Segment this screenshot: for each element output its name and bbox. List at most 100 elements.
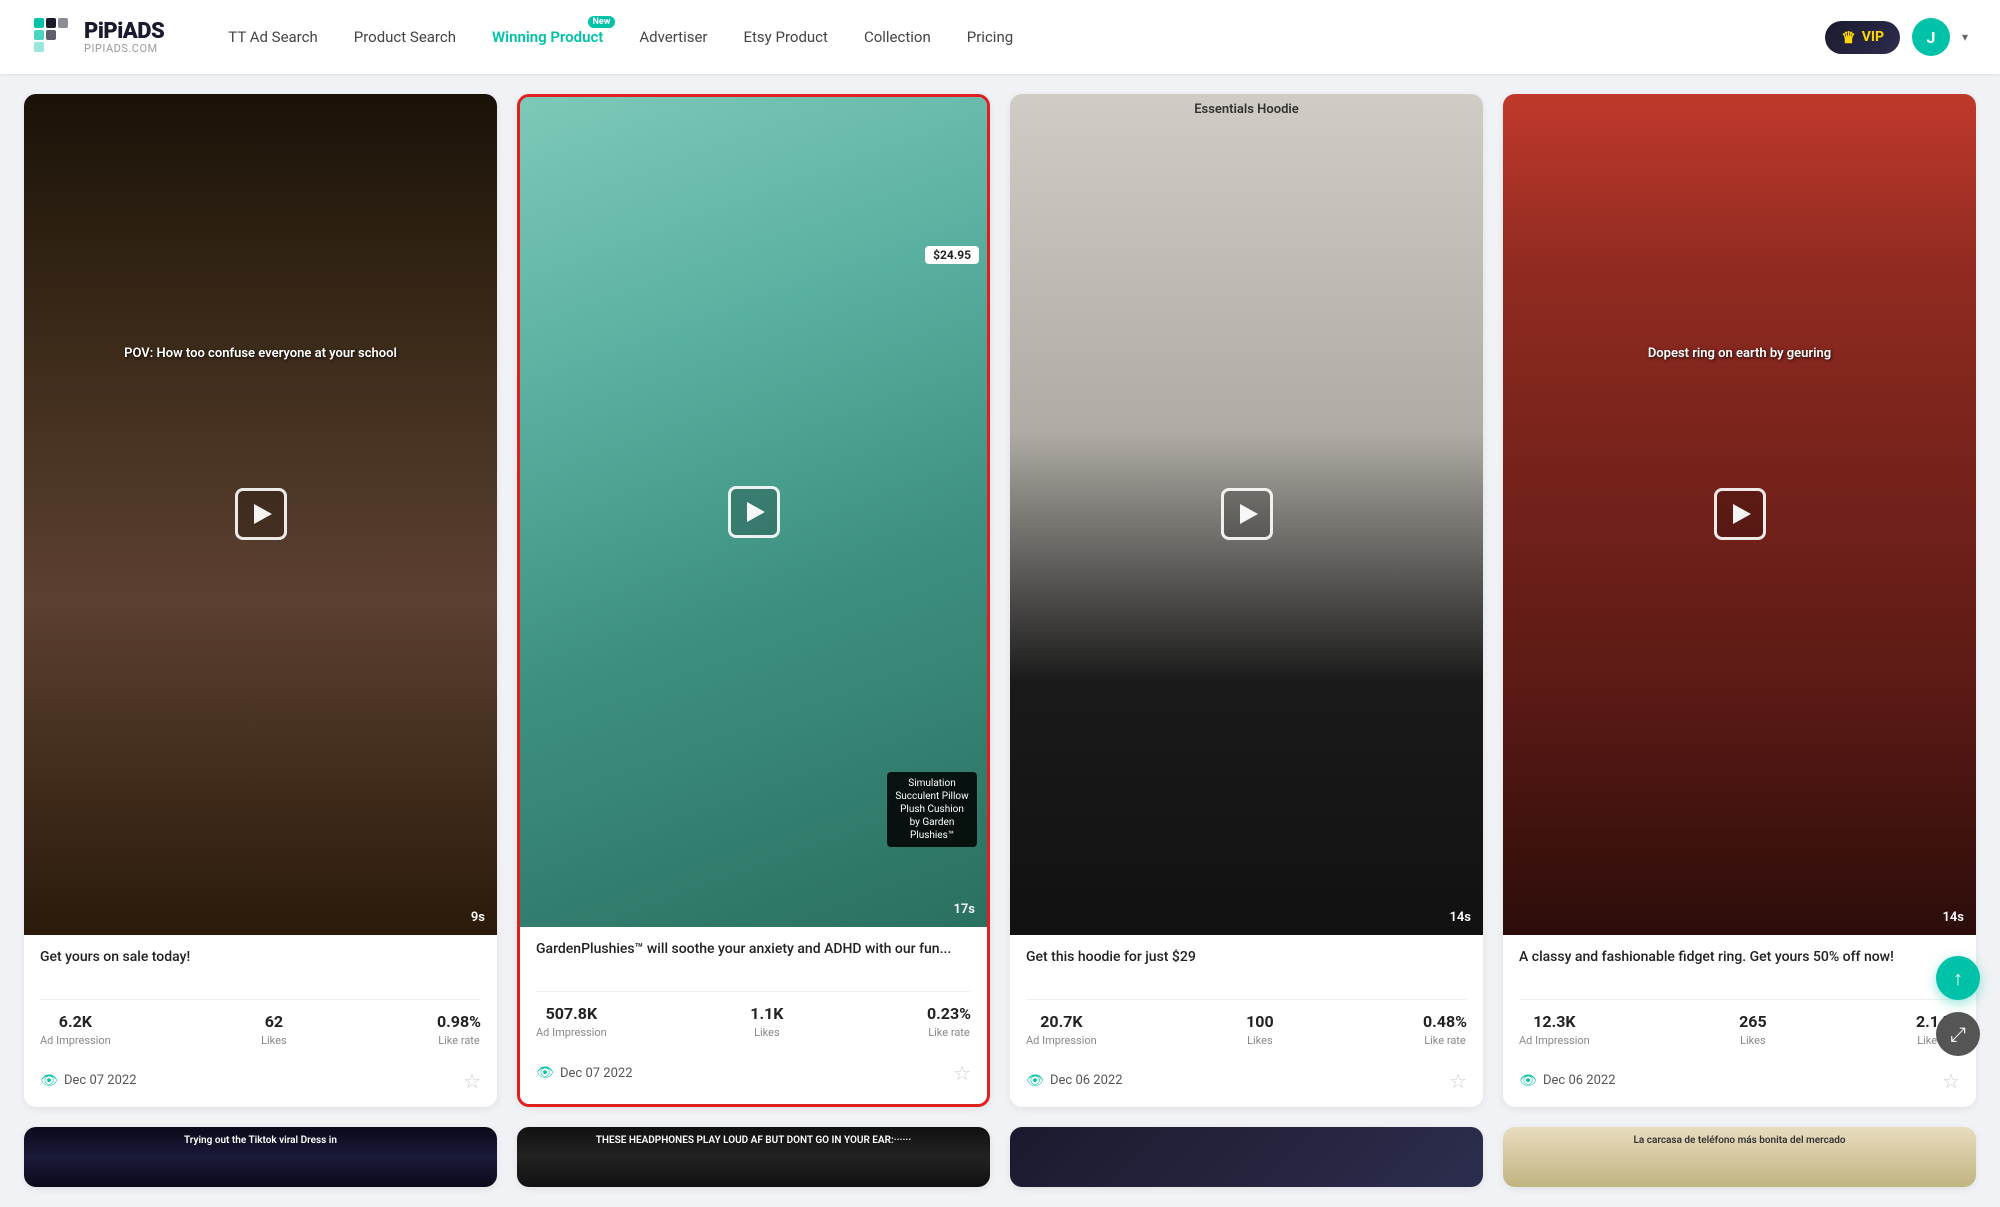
eye-icon-4: 👁 (1519, 1072, 1537, 1090)
cards-grid: POV: How too confuse everyone at your sc… (0, 74, 2000, 1127)
stat-likerate-2: 0.23% Like rate (927, 1004, 971, 1039)
nav-collection[interactable]: Collection (848, 20, 947, 54)
play-button-3[interactable] (1221, 488, 1273, 540)
stat-likerate-label-3: Like rate (1424, 1034, 1466, 1047)
crown-icon: ♛ (1841, 28, 1855, 47)
video-thumbnail-2[interactable]: $24.95 Simulation Succulent Pillow Plush… (520, 97, 987, 927)
logo[interactable]: PiPiADS PIPIADS.COM (32, 16, 164, 58)
play-button-4[interactable] (1714, 488, 1766, 540)
stat-likes-label-4: Likes (1740, 1034, 1766, 1047)
partial-card-2[interactable]: THESE HEADPHONES PLAY LOUD AF BUT DONT G… (517, 1127, 990, 1187)
card-footer-2: 👁 Dec 07 2022 ☆ (536, 1051, 971, 1099)
stat-likes-2: 1.1K Likes (750, 1004, 783, 1039)
stat-likes-label-3: Likes (1247, 1034, 1273, 1047)
card-body-1: Get yours on sale today! 6.2K Ad Impress… (24, 935, 497, 1107)
card-title-1: Get yours on sale today! (40, 949, 481, 987)
star-icon-1[interactable]: ☆ (463, 1069, 481, 1093)
date-wrap-4: 👁 Dec 06 2022 (1519, 1072, 1616, 1090)
stat-impression-label-1: Ad Impression (40, 1034, 111, 1047)
video-thumbnail-3[interactable]: Essentials Hoodie 14s (1010, 94, 1483, 935)
play-button-1[interactable] (235, 488, 287, 540)
nav-tt-ad-search[interactable]: TT Ad Search (212, 20, 334, 54)
stat-likerate-1: 0.98% Like rate (437, 1012, 481, 1047)
nav-links: TT Ad Search Product Search Winning Prod… (212, 20, 1825, 54)
date-wrap-3: 👁 Dec 06 2022 (1026, 1072, 1123, 1090)
nav-etsy-product[interactable]: Etsy Product (728, 20, 844, 54)
nav-product-search[interactable]: Product Search (338, 20, 472, 54)
partial-thumb-2: THESE HEADPHONES PLAY LOUD AF BUT DONT G… (517, 1127, 990, 1187)
play-triangle-icon-2 (747, 502, 765, 522)
price-badge-2: $24.95 (925, 246, 979, 264)
stat-likes-3: 100 Likes (1246, 1012, 1274, 1047)
card-body-4: A classy and fashionable fidget ring. Ge… (1503, 935, 1976, 1107)
stats-row-2: 507.8K Ad Impression 1.1K Likes 0.23% Li… (536, 991, 971, 1051)
play-triangle-icon-3 (1240, 504, 1258, 524)
date-label-2: Dec 07 2022 (560, 1066, 633, 1081)
partial-thumb-1: Trying out the Tiktok viral Dress in (24, 1127, 497, 1187)
stat-impression-2: 507.8K Ad Impression (536, 1004, 607, 1039)
date-label-1: Dec 07 2022 (64, 1073, 137, 1088)
stat-impression-value-4: 12.3K (1533, 1012, 1575, 1031)
logo-subtext: PIPIADS.COM (84, 43, 164, 54)
stat-likerate-value-2: 0.23% (927, 1004, 971, 1023)
ad-card-4: Dopest ring on earth by geuring 14s A cl… (1503, 94, 1976, 1107)
star-icon-2[interactable]: ☆ (953, 1061, 971, 1085)
stat-likes-1: 62 Likes (261, 1012, 287, 1047)
video-thumbnail-4[interactable]: Dopest ring on earth by geuring 14s (1503, 94, 1976, 935)
stat-impression-value-3: 20.7K (1040, 1012, 1082, 1031)
stats-row-1: 6.2K Ad Impression 62 Likes 0.98% Like r… (40, 999, 481, 1059)
card-footer-1: 👁 Dec 07 2022 ☆ (40, 1059, 481, 1107)
stat-likerate-3: 0.48% Like rate (1423, 1012, 1467, 1047)
partial-text-4: La carcasa de teléfono más bonita del me… (1503, 1127, 1976, 1154)
video-thumbnail-1[interactable]: POV: How too confuse everyone at your sc… (24, 94, 497, 935)
star-icon-3[interactable]: ☆ (1449, 1069, 1467, 1093)
card-body-2: GardenPlushies™ will soothe your anxiety… (520, 927, 987, 1099)
date-wrap-1: 👁 Dec 07 2022 (40, 1072, 137, 1090)
dropdown-caret-icon[interactable]: ▾ (1962, 30, 1968, 44)
card-footer-4: 👁 Dec 06 2022 ☆ (1519, 1059, 1960, 1107)
ad-card-3: Essentials Hoodie 14s Get this hoodie fo… (1010, 94, 1483, 1107)
duration-badge-3: 14s (1449, 910, 1471, 925)
stat-likes-4: 265 Likes (1739, 1012, 1767, 1047)
stat-likerate-value-3: 0.48% (1423, 1012, 1467, 1031)
vip-label: VIP (1862, 29, 1884, 45)
stat-likes-value-1: 62 (265, 1012, 283, 1031)
stat-impression-label-4: Ad Impression (1519, 1034, 1590, 1047)
partial-card-3[interactable] (1010, 1127, 1483, 1187)
video-overlay-text-1: POV: How too confuse everyone at your sc… (24, 346, 497, 361)
duration-badge-2: 17s (953, 902, 975, 917)
partial-text-2: THESE HEADPHONES PLAY LOUD AF BUT DONT G… (517, 1127, 990, 1154)
card-body-3: Get this hoodie for just $29 20.7K Ad Im… (1010, 935, 1483, 1107)
play-button-2[interactable] (728, 486, 780, 538)
nav-right: ♛ VIP J ▾ (1825, 18, 1968, 56)
stat-likerate-value-1: 0.98% (437, 1012, 481, 1031)
partial-thumb-3 (1010, 1127, 1483, 1187)
duration-badge-4: 14s (1942, 910, 1964, 925)
partial-text-1: Trying out the Tiktok viral Dress in (24, 1127, 497, 1154)
play-triangle-icon-1 (254, 504, 272, 524)
partial-thumb-4: La carcasa de teléfono más bonita del me… (1503, 1127, 1976, 1187)
date-label-4: Dec 06 2022 (1543, 1073, 1616, 1088)
ad-card-1: POV: How too confuse everyone at your sc… (24, 94, 497, 1107)
expand-button[interactable]: ⤢ (1936, 1012, 1980, 1056)
nav-winning-product[interactable]: Winning Product New (476, 20, 619, 54)
card-title-3: Get this hoodie for just $29 (1026, 949, 1467, 987)
eye-icon-3: 👁 (1026, 1072, 1044, 1090)
partial-card-1[interactable]: Trying out the Tiktok viral Dress in (24, 1127, 497, 1187)
stat-impression-value-2: 507.8K (546, 1004, 598, 1023)
scroll-to-top-button[interactable]: ↑ (1936, 956, 1980, 1000)
stat-impression-3: 20.7K Ad Impression (1026, 1012, 1097, 1047)
new-badge: New (588, 16, 616, 28)
stats-row-4: 12.3K Ad Impression 265 Likes 2.14% Like… (1519, 999, 1960, 1059)
stat-likes-label-2: Likes (754, 1026, 780, 1039)
star-icon-4[interactable]: ☆ (1942, 1069, 1960, 1093)
stat-impression-label-2: Ad Impression (536, 1026, 607, 1039)
nav-pricing[interactable]: Pricing (951, 20, 1029, 54)
stats-row-3: 20.7K Ad Impression 100 Likes 0.48% Like… (1026, 999, 1467, 1059)
eye-icon-1: 👁 (40, 1072, 58, 1090)
vip-button[interactable]: ♛ VIP (1825, 21, 1900, 54)
avatar[interactable]: J (1912, 18, 1950, 56)
partial-card-4[interactable]: La carcasa de teléfono más bonita del me… (1503, 1127, 1976, 1187)
nav-advertiser[interactable]: Advertiser (623, 20, 723, 54)
duration-badge-1: 9s (471, 910, 485, 925)
